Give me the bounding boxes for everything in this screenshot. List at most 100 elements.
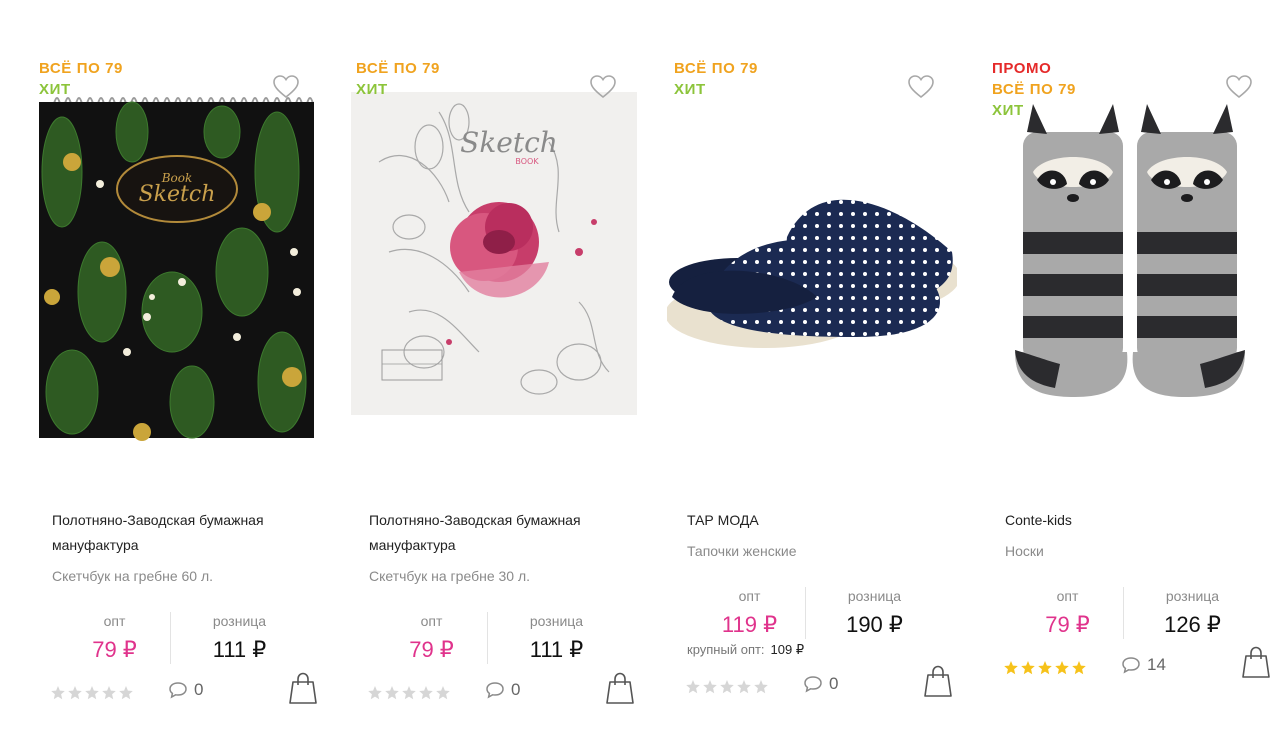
- rating-star-icon: [1072, 661, 1086, 675]
- svg-text:BOOK: BOOK: [515, 157, 539, 166]
- rating-star-icon: [402, 686, 416, 700]
- bulk-price-value: 109 ₽: [770, 642, 805, 657]
- comments-count-value: 0: [511, 680, 521, 699]
- price-opt: опт 79 ₽: [52, 612, 177, 665]
- comments-count[interactable]: 0: [168, 680, 203, 700]
- comments-count[interactable]: 0: [803, 674, 838, 694]
- rating-star-icon: [703, 680, 717, 694]
- badge-sale: ВСЁ ПО 79: [674, 60, 758, 77]
- rating-stars: [50, 685, 134, 701]
- price-retail: розница 111 ₽: [494, 612, 619, 665]
- price-divider: [170, 612, 171, 664]
- rating-star-icon: [1004, 661, 1018, 675]
- shopping-bag-icon[interactable]: [1241, 645, 1271, 679]
- comment-bubble-icon: [486, 682, 504, 699]
- product-badges: ПРОМО ВСЁ ПО 79 ХИТ: [992, 58, 1076, 121]
- badge-promo: ПРОМО: [992, 60, 1052, 77]
- shopping-bag-icon[interactable]: [923, 664, 953, 698]
- rating-star-icon: [119, 686, 133, 700]
- rating-star-icon: [419, 686, 433, 700]
- rating-star-icon: [737, 680, 751, 694]
- price-opt: опт 79 ₽: [369, 612, 494, 665]
- comment-bubble-icon: [804, 676, 822, 693]
- product-brand[interactable]: ТАР МОДА: [687, 508, 937, 533]
- price-retail-value: 111 ₽: [529, 637, 584, 662]
- rating-star-icon: [1038, 661, 1052, 675]
- product-name[interactable]: Тапочки женские: [687, 541, 937, 561]
- favorite-heart-icon[interactable]: [589, 74, 617, 100]
- bulk-price: крупный опт: 109 ₽: [687, 641, 804, 659]
- product-image[interactable]: Sketch BOOK: [349, 52, 639, 487]
- price-retail-label: розница: [529, 613, 584, 629]
- rating-star-icon: [436, 686, 450, 700]
- rating-star-icon: [68, 686, 82, 700]
- product-card[interactable]: Book Sketch ВСЁ ПО 79 ХИТ Полотняно-Заво…: [32, 52, 322, 732]
- shopping-bag-icon[interactable]: [288, 671, 318, 705]
- rating-stars: [685, 679, 769, 695]
- price-opt-label: опт: [1056, 588, 1079, 604]
- price-opt-value: 119 ₽: [721, 612, 778, 637]
- price-block: опт 119 ₽ розница 190 ₽: [687, 587, 937, 649]
- badge-sale: ВСЁ ПО 79: [39, 60, 123, 77]
- price-retail-value: 190 ₽: [846, 612, 903, 637]
- product-brand[interactable]: Полотняно-Заводская бумажная мануфактура: [52, 508, 302, 558]
- badge-sale: ВСЁ ПО 79: [992, 81, 1076, 98]
- product-brand[interactable]: Полотняно-Заводская бумажная мануфактура: [369, 508, 619, 558]
- product-card[interactable]: Sketch BOOK ВСЁ ПО 79 ХИТ Полотняно-Заво…: [349, 52, 639, 732]
- rating-star-icon: [686, 680, 700, 694]
- price-retail: розница 111 ₽: [177, 612, 302, 665]
- badge-hit: ХИТ: [39, 81, 71, 98]
- favorite-heart-icon[interactable]: [907, 74, 935, 100]
- price-divider: [805, 587, 806, 639]
- badge-hit: ХИТ: [674, 81, 706, 98]
- shopping-bag-icon[interactable]: [605, 671, 635, 705]
- rating-star-icon: [85, 686, 99, 700]
- product-badges: ВСЁ ПО 79 ХИТ: [356, 58, 440, 100]
- product-brand[interactable]: Conte-kids: [1005, 508, 1255, 533]
- price-opt-value: 79 ₽: [92, 637, 137, 662]
- comments-count-value: 0: [829, 674, 839, 693]
- favorite-heart-icon[interactable]: [272, 74, 300, 100]
- price-divider: [1123, 587, 1124, 639]
- price-opt-value: 79 ₽: [1045, 612, 1090, 637]
- price-block: опт 79 ₽ розница 111 ₽: [52, 612, 302, 674]
- comment-bubble-icon: [1122, 657, 1140, 674]
- rating-star-icon: [51, 686, 65, 700]
- rating-star-icon: [385, 686, 399, 700]
- rating-star-icon: [720, 680, 734, 694]
- comments-count[interactable]: 14: [1121, 655, 1166, 675]
- price-opt-label: опт: [420, 613, 443, 629]
- price-opt: опт 79 ₽: [1005, 587, 1130, 640]
- product-card[interactable]: ВСЁ ПО 79 ХИТ ТАР МОДА Тапочки женские о…: [667, 52, 957, 732]
- sketchbook-rose-image: Sketch BOOK: [349, 52, 639, 487]
- price-block: опт 79 ₽ розница 126 ₽: [1005, 587, 1255, 649]
- bulk-price-label: крупный опт:: [687, 642, 765, 657]
- favorite-heart-icon[interactable]: [1225, 74, 1253, 100]
- price-divider: [487, 612, 488, 664]
- product-name[interactable]: Носки: [1005, 541, 1255, 561]
- price-retail-label: розница: [1165, 588, 1220, 604]
- svg-text:Sketch: Sketch: [139, 182, 216, 207]
- price-block: опт 79 ₽ розница 111 ₽: [369, 612, 619, 674]
- badge-hit: ХИТ: [992, 102, 1024, 119]
- rating-star-icon: [368, 686, 382, 700]
- product-name[interactable]: Скетчбук на гребне 60 л.: [52, 566, 302, 586]
- product-name[interactable]: Скетчбук на гребне 30 л.: [369, 566, 619, 586]
- price-retail-value: 126 ₽: [1164, 612, 1221, 637]
- price-opt-label: опт: [738, 588, 761, 604]
- badge-hit: ХИТ: [356, 81, 388, 98]
- comment-bubble-icon: [169, 682, 187, 699]
- product-card[interactable]: ПРОМО ВСЁ ПО 79 ХИТ Conte-kids Носки опт…: [985, 52, 1275, 732]
- comments-count[interactable]: 0: [485, 680, 520, 700]
- rating-star-icon: [754, 680, 768, 694]
- rating-star-icon: [1021, 661, 1035, 675]
- price-opt-value: 79 ₽: [409, 637, 454, 662]
- rating-stars: [367, 685, 451, 701]
- price-opt-label: опт: [103, 613, 126, 629]
- product-image[interactable]: Book Sketch: [32, 52, 322, 487]
- comments-count-value: 14: [1147, 655, 1166, 674]
- sketchbook-cactus-image: Book Sketch: [32, 52, 322, 487]
- product-badges: ВСЁ ПО 79 ХИТ: [674, 58, 758, 100]
- price-retail: розница 126 ₽: [1130, 587, 1255, 640]
- product-image[interactable]: [667, 52, 957, 487]
